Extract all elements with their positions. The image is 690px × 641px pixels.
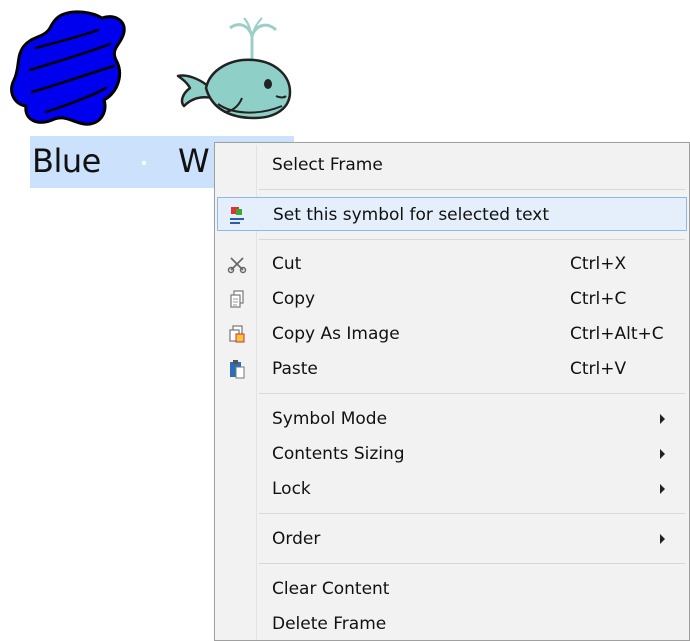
menu-item-order[interactable]: Order: [217, 522, 687, 556]
menu-item-select-frame[interactable]: Select Frame: [217, 148, 687, 182]
symbol-word-blue[interactable]: Blue: [32, 142, 101, 180]
menu-item-label: Contents Sizing: [272, 444, 405, 464]
menu-item-lock[interactable]: Lock: [217, 472, 687, 506]
blue-scribble-symbol[interactable]: [6, 8, 130, 132]
word-separator: [142, 161, 146, 165]
menu-item-label: Copy As Image: [272, 324, 400, 344]
menu-separator: [259, 513, 685, 514]
menu-item-shortcut: Ctrl+Alt+C: [570, 324, 664, 344]
menu-separator: [259, 563, 685, 564]
menu-item-delete-frame[interactable]: Delete Frame: [217, 607, 687, 641]
menu-separator: [259, 393, 685, 394]
symbol-text-icon: [230, 207, 244, 224]
menu-item-label: Cut: [272, 254, 302, 274]
menu-item-paste[interactable]: Paste Ctrl+V: [217, 352, 687, 386]
menu-item-label: Lock: [272, 479, 311, 499]
scissors-icon: [227, 257, 247, 274]
menu-item-clear-content[interactable]: Clear Content: [217, 572, 687, 606]
whale-symbol[interactable]: [172, 14, 298, 124]
menu-item-label: Paste: [272, 359, 318, 379]
menu-separator: [259, 189, 685, 190]
submenu-arrow-icon: [660, 484, 665, 494]
menu-item-symbol-mode[interactable]: Symbol Mode: [217, 402, 687, 436]
submenu-arrow-icon: [660, 449, 665, 459]
menu-item-label: Symbol Mode: [272, 409, 388, 429]
menu-item-label: Select Frame: [272, 155, 383, 175]
menu-item-cut[interactable]: Cut Ctrl+X: [217, 247, 687, 281]
context-menu: Select Frame Set this symbol for selecte…: [214, 142, 690, 641]
submenu-arrow-icon: [660, 534, 665, 544]
menu-item-label: Clear Content: [272, 579, 390, 599]
copy-image-icon: [229, 325, 245, 343]
menu-item-label: Delete Frame: [272, 614, 387, 634]
menu-item-shortcut: Ctrl+V: [570, 359, 627, 379]
menu-item-copy[interactable]: Copy Ctrl+C: [217, 282, 687, 316]
menu-item-label: Set this symbol for selected text: [273, 205, 550, 225]
submenu-arrow-icon: [660, 414, 665, 424]
menu-item-contents-sizing[interactable]: Contents Sizing: [217, 437, 687, 471]
menu-separator: [259, 239, 685, 240]
menu-item-shortcut: Ctrl+X: [570, 254, 627, 274]
menu-item-copy-as-image[interactable]: Copy As Image Ctrl+Alt+C: [217, 317, 687, 351]
paste-icon: [230, 360, 245, 379]
menu-item-label: Order: [272, 529, 321, 549]
menu-item-label: Copy: [272, 289, 316, 309]
copy-icon: [230, 290, 244, 308]
menu-item-shortcut: Ctrl+C: [570, 289, 627, 309]
symbol-word-whale[interactable]: W: [178, 142, 210, 180]
menu-item-set-symbol-for-text[interactable]: Set this symbol for selected text: [217, 197, 687, 231]
